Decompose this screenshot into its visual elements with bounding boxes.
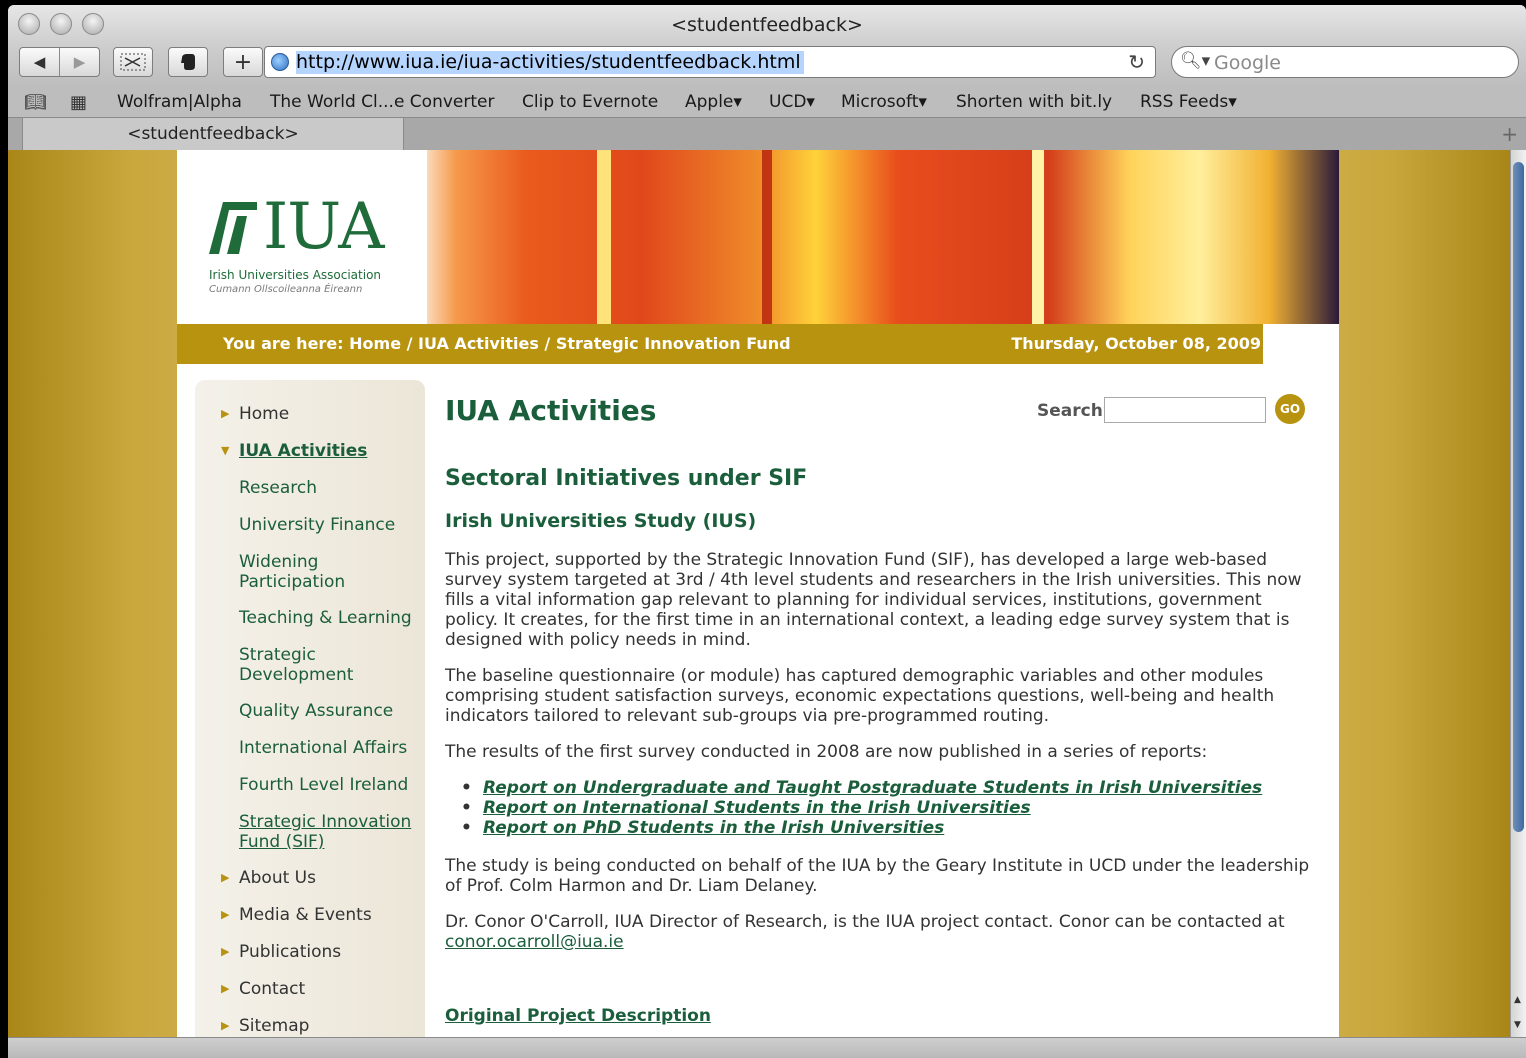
bookmark-item[interactable]: The World Cl...e Converter — [270, 92, 494, 112]
evernote-elephant-icon — [181, 54, 195, 70]
snippet-button[interactable] — [113, 47, 153, 77]
bookmark-item[interactable]: Apple▾ — [685, 92, 742, 112]
report-link[interactable]: Report on Undergraduate and Taught Postg… — [461, 778, 1262, 798]
sidebar-item-strategic-development[interactable]: Strategic Development — [239, 645, 389, 685]
sidebar-item-research[interactable]: Research — [239, 478, 317, 498]
page-viewport: IUA Irish Universities Association Cuman… — [8, 150, 1510, 1037]
sidebar-item-sitemap[interactable]: Sitemap — [239, 1016, 309, 1036]
logo-subtitle: Irish Universities Association — [209, 268, 382, 282]
open-book-icon[interactable]: 📖︎ — [24, 92, 47, 113]
page-title: IUA Activities — [445, 394, 657, 427]
tab-studentfeedback[interactable]: <studentfeedback> — [22, 118, 404, 151]
web-page: IUA Irish Universities Association Cuman… — [177, 150, 1339, 1037]
caret-right-icon: ▶ — [221, 908, 230, 921]
title-bar: <studentfeedback> — [8, 5, 1526, 43]
forward-button[interactable]: ▶ — [59, 48, 99, 76]
bookmarks-bar: 📖︎ ▦ Wolfram|Alpha The World Cl...e Conv… — [8, 87, 1526, 117]
bookmark-item[interactable]: UCD▾ — [769, 92, 815, 112]
caret-right-icon: ▶ — [221, 871, 230, 884]
logo[interactable]: IUA Irish Universities Association Cuman… — [177, 150, 427, 324]
search-icon: 🔍︎▾ — [1180, 51, 1211, 71]
caret-right-icon: ▶ — [221, 407, 230, 420]
reload-icon[interactable]: ↻ — [1128, 50, 1145, 74]
logo-subtitle-irish: Cumann Ollscoileanna Éireann — [209, 284, 363, 295]
site-search-label: Search — [1037, 401, 1103, 421]
vertical-scrollbar[interactable]: ▲ ▼ — [1510, 150, 1526, 1037]
caret-right-icon: ▶ — [221, 1019, 230, 1032]
subsection-title: Irish Universities Study (IUS) — [445, 510, 757, 532]
status-bar — [8, 1037, 1526, 1058]
report-link[interactable]: Report on PhD Students in the Irish Univ… — [461, 818, 1262, 838]
window-title: <studentfeedback> — [671, 14, 863, 36]
report-link[interactable]: Report on International Students in the … — [461, 798, 1262, 818]
email-link[interactable]: conor.ocarroll@iua.ie — [445, 932, 624, 952]
bookmark-item[interactable]: Wolfram|Alpha — [117, 92, 242, 112]
address-bar[interactable]: http://www.iua.ie/iua-activities/student… — [264, 46, 1156, 78]
nav-buttons: ◀ ▶ — [19, 47, 100, 77]
section-title: Sectoral Initiatives under SIF — [445, 466, 808, 491]
sidebar-item-home[interactable]: Home — [239, 404, 289, 424]
add-bookmark-button[interactable]: + — [223, 47, 263, 77]
bookmark-item[interactable]: Shorten with bit.ly — [956, 92, 1112, 112]
search-placeholder: Google — [1214, 52, 1282, 74]
caret-down-icon: ▼ — [221, 444, 230, 457]
browser-toolbar: ◀ ▶ + http://www.iua.ie/iua-activities/s… — [8, 43, 1526, 87]
paragraph-5: Dr. Conor O'Carroll, IUA Director of Res… — [445, 912, 1313, 952]
sidebar-item-international-affairs[interactable]: International Affairs — [239, 738, 407, 758]
contact-text: Dr. Conor O'Carroll, IUA Director of Res… — [445, 912, 1285, 932]
sidebar-item-teaching-learning[interactable]: Teaching & Learning — [239, 608, 412, 628]
plus-icon: + — [233, 49, 253, 75]
paragraph-3: The results of the first survey conducte… — [445, 742, 1208, 762]
browser-window: <studentfeedback> ◀ ▶ + http://www.iua.i… — [8, 5, 1526, 1058]
search-field[interactable]: 🔍︎▾ Google — [1171, 46, 1519, 78]
sidebar-item-media-events[interactable]: Media & Events — [239, 905, 372, 925]
paragraph-1: This project, supported by the Strategic… — [445, 550, 1302, 650]
new-tab-icon[interactable]: + — [1501, 122, 1518, 146]
scroll-up-icon[interactable]: ▲ — [1514, 995, 1521, 1005]
sidebar-item-about-us[interactable]: About Us — [239, 868, 316, 888]
iua-logo-mark-icon — [209, 202, 257, 254]
current-date: Thursday, October 08, 2009 — [1011, 334, 1261, 353]
url-field[interactable]: http://www.iua.ie/iua-activities/student… — [296, 51, 804, 74]
sidebar-item-contact[interactable]: Contact — [239, 979, 305, 999]
bookmark-item[interactable]: Clip to Evernote — [522, 92, 658, 112]
site-search-input[interactable] — [1104, 397, 1266, 423]
sidebar-item-quality-assurance[interactable]: Quality Assurance — [239, 701, 393, 721]
bookmark-item[interactable]: Microsoft▾ — [841, 92, 927, 112]
paragraph-4: The study is being conducted on behalf o… — [445, 856, 1310, 896]
evernote-button[interactable] — [168, 47, 208, 77]
bookmark-item[interactable]: RSS Feeds▾ — [1140, 92, 1237, 112]
search-go-button[interactable]: GO — [1275, 394, 1305, 424]
paragraph-2: The baseline questionnaire (or module) h… — [445, 666, 1275, 726]
sidebar-item-sif[interactable]: Strategic Innovation Fund (SIF) — [239, 812, 424, 852]
breadcrumb-text[interactable]: You are here: Home / IUA Activities / St… — [223, 334, 791, 353]
sidebar-item-university-finance[interactable]: University Finance — [239, 515, 395, 535]
sidebar-nav: ▶ Home ▼ IUA Activities Research Univers… — [195, 380, 425, 1037]
report-list: Report on Undergraduate and Taught Postg… — [461, 778, 1262, 838]
sidebar-item-iua-activities[interactable]: IUA Activities — [239, 441, 367, 461]
scissors-icon — [120, 53, 146, 71]
original-project-link[interactable]: Original Project Description — [445, 1006, 711, 1026]
grid-icon[interactable]: ▦ — [70, 92, 87, 113]
logo-text: IUA — [263, 190, 384, 264]
globe-icon — [271, 53, 289, 71]
tab-bar: <studentfeedback> + — [8, 117, 1526, 151]
sidebar-item-publications[interactable]: Publications — [239, 942, 341, 962]
caret-right-icon: ▶ — [221, 945, 230, 958]
caret-right-icon: ▶ — [221, 982, 230, 995]
back-button[interactable]: ◀ — [20, 48, 59, 76]
sidebar-item-fourth-level-ireland[interactable]: Fourth Level Ireland — [239, 775, 408, 795]
scrollbar-thumb[interactable] — [1513, 162, 1524, 832]
breadcrumb: You are here: Home / IUA Activities / St… — [177, 324, 1263, 364]
sidebar-item-widening-participation[interactable]: Widening Participation — [239, 552, 389, 592]
site-header-banner: IUA Irish Universities Association Cuman… — [177, 150, 1339, 324]
scroll-down-icon[interactable]: ▼ — [1514, 1020, 1521, 1030]
